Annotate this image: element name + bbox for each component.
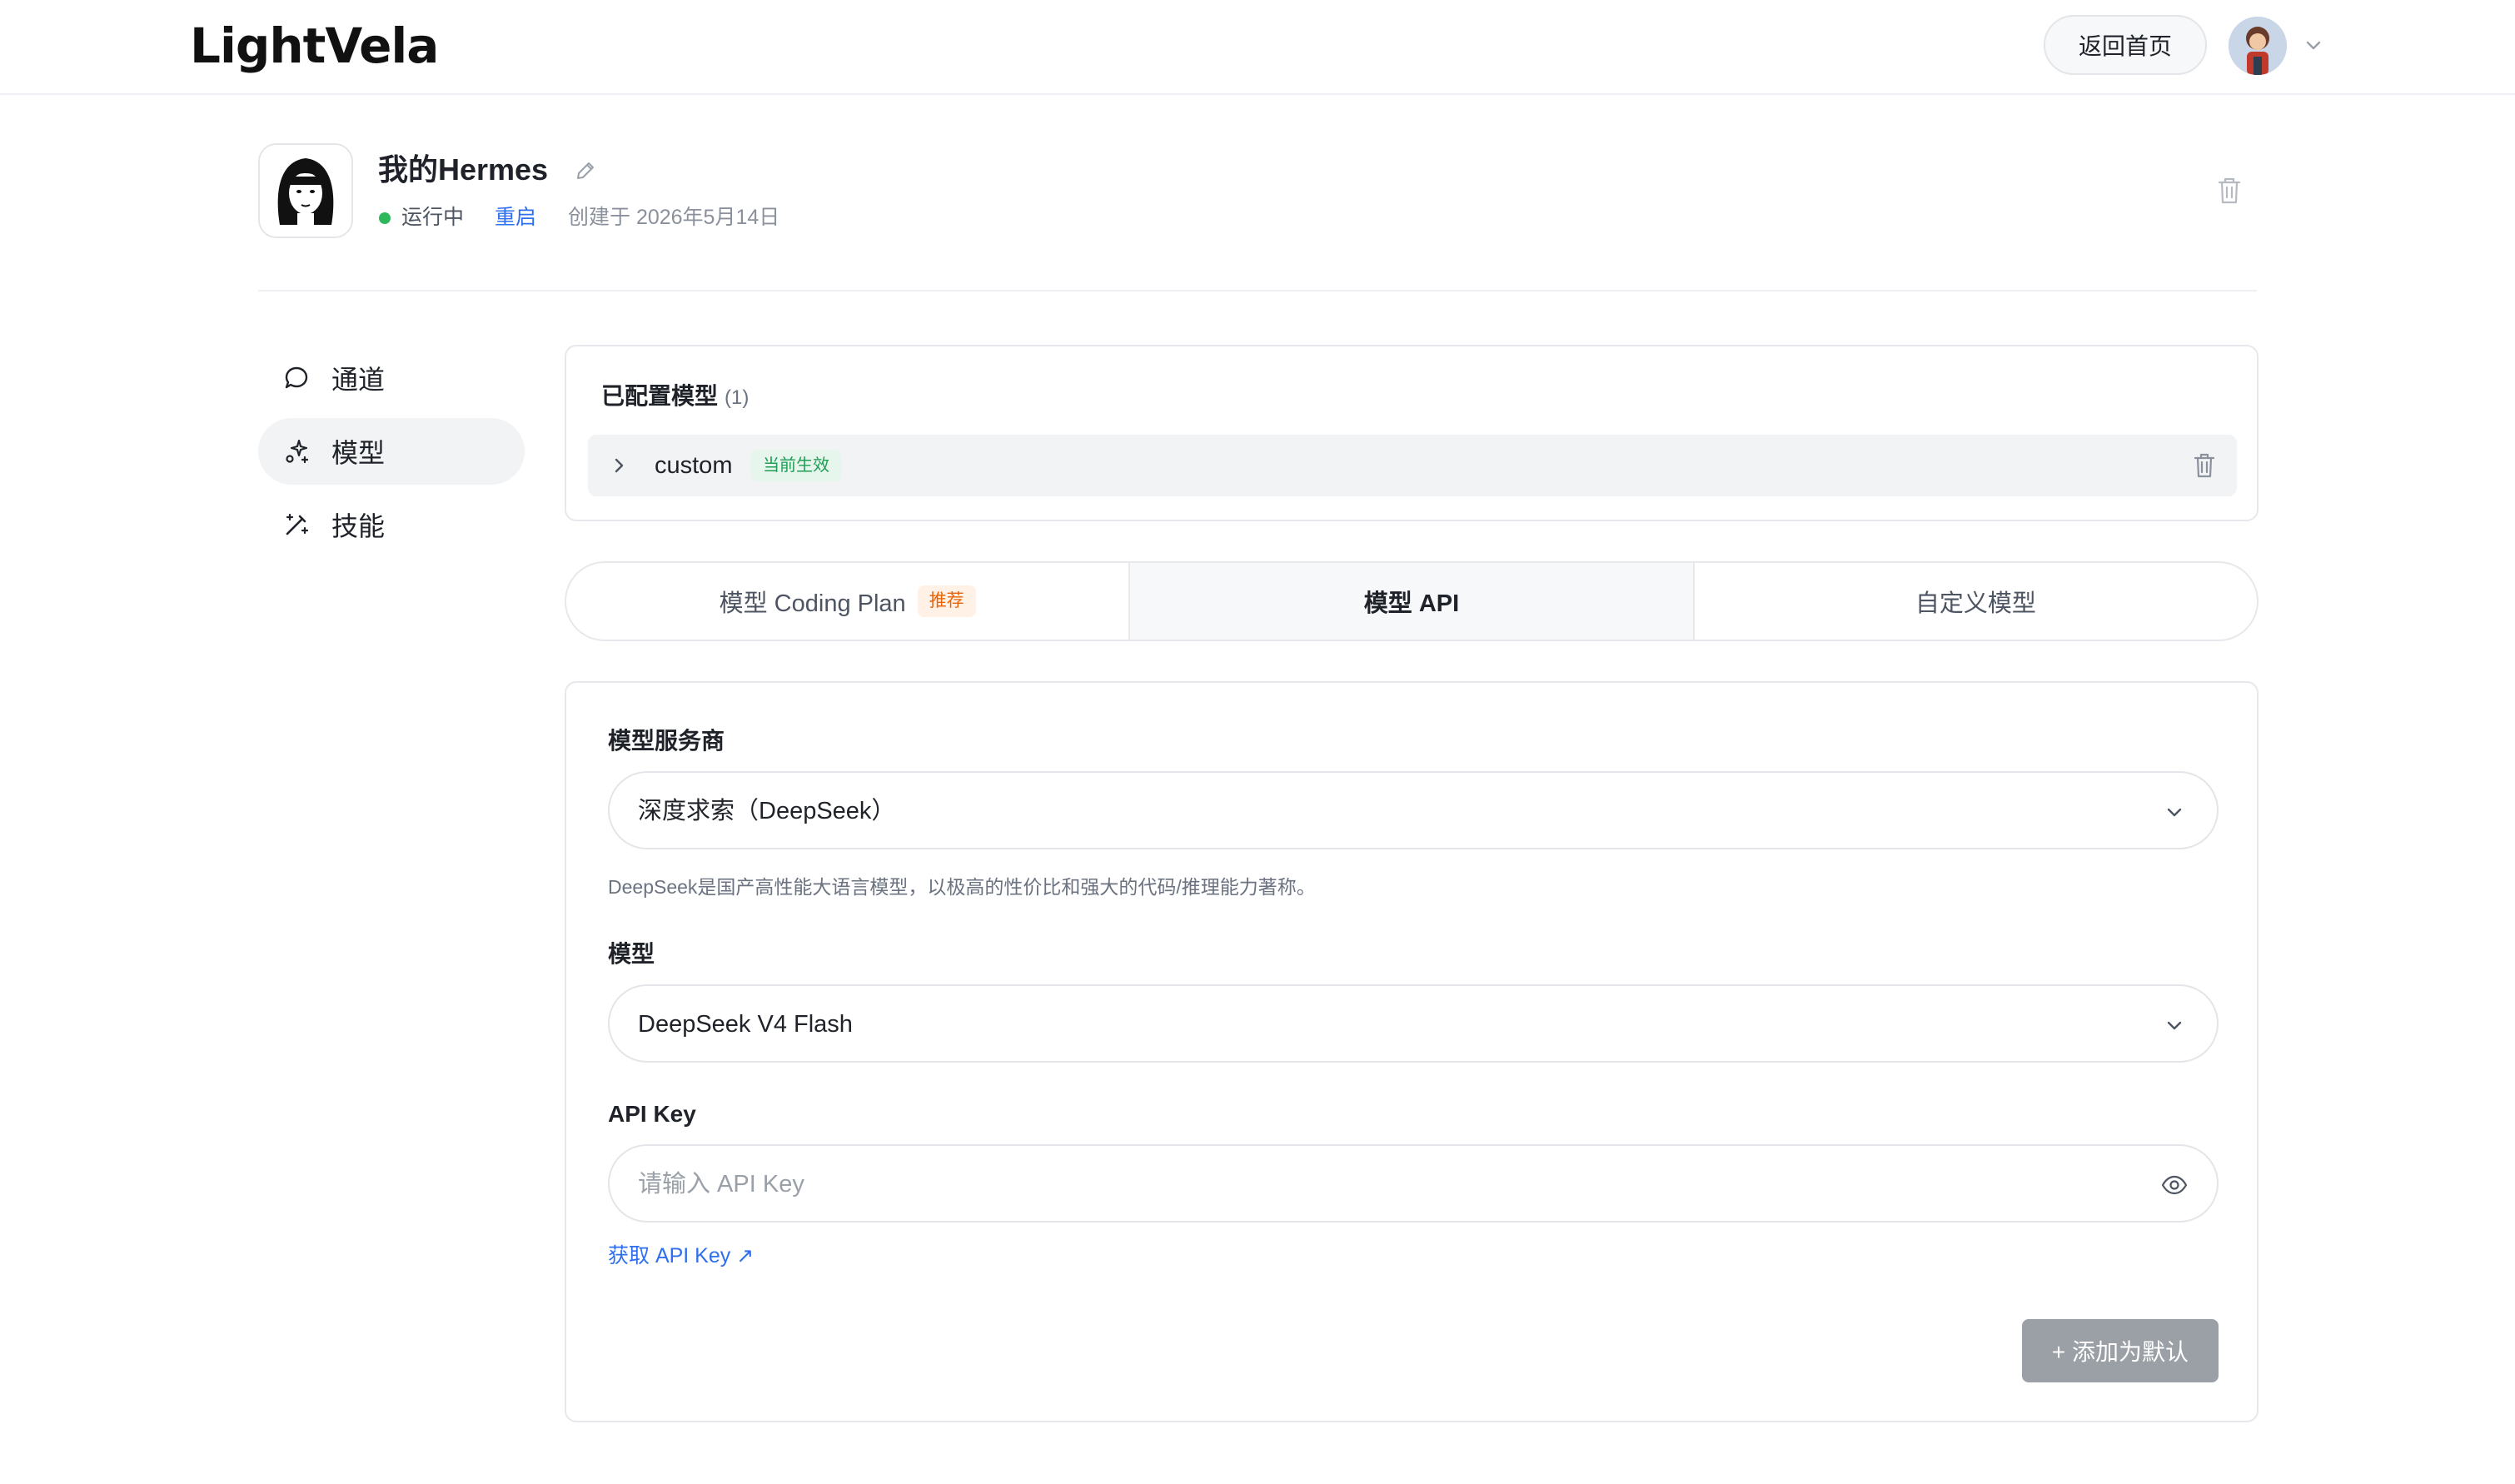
delete-model-trash-icon[interactable] <box>2192 451 2217 480</box>
add-as-default-button[interactable]: + 添加为默认 <box>2022 1319 2219 1382</box>
provider-label: 模型服务商 <box>608 728 725 754</box>
model-label: 模型 <box>608 941 655 967</box>
configured-models-card: 已配置模型 (1) custom 当前生效 <box>565 345 2259 521</box>
sidebar-item-models[interactable]: 模型 <box>258 418 525 485</box>
agent-name: 我的Hermes <box>378 152 549 187</box>
sidebar-item-skills[interactable]: 技能 <box>258 491 525 558</box>
app-logo[interactable]: LightVela <box>190 18 439 73</box>
provider-description: DeepSeek是国产高性能大语言模型，以极高的性价比和强大的代码/推理能力著称… <box>608 876 1316 898</box>
tab-label: 模型 Coding Plan <box>719 590 906 617</box>
delete-agent-trash-icon[interactable] <box>2215 175 2244 207</box>
status-text: 运行中 <box>401 206 465 229</box>
header-divider <box>258 290 2257 291</box>
tab-coding-plan[interactable]: 模型 Coding Plan 推荐 <box>566 563 1131 640</box>
api-key-input[interactable] <box>638 1164 2120 1204</box>
tab-custom-model[interactable]: 自定义模型 <box>1695 563 2257 640</box>
restart-link[interactable]: 重启 <box>495 203 536 232</box>
model-select-value: DeepSeek V4 Flash <box>638 1011 853 1038</box>
expand-chevron-right-icon[interactable] <box>606 453 631 478</box>
account-menu-chevron-down-icon[interactable] <box>2302 33 2325 57</box>
sidebar-item-label: 通道 <box>331 365 386 395</box>
api-key-field <box>608 1144 2219 1223</box>
api-key-label: API Key <box>608 1101 696 1127</box>
edit-pencil-icon[interactable] <box>573 158 598 183</box>
sparkle-icon <box>281 436 311 466</box>
sidebar-item-label: 技能 <box>331 511 386 541</box>
magic-wand-icon <box>281 510 311 540</box>
model-select[interactable]: DeepSeek V4 Flash <box>608 984 2219 1063</box>
show-password-eye-icon[interactable] <box>2160 1171 2189 1199</box>
agent-avatar <box>258 143 353 238</box>
configured-model-row[interactable]: custom 当前生效 <box>588 435 2237 496</box>
model-source-tabs: 模型 Coding Plan 推荐 模型 API 自定义模型 <box>565 561 2259 641</box>
chat-bubble-icon <box>281 363 311 393</box>
get-api-key-link[interactable]: 获取 API Key ↗ <box>608 1241 754 1271</box>
tab-model-api[interactable]: 模型 API <box>1130 563 1695 640</box>
sidebar-item-channels[interactable]: 通道 <box>258 345 525 411</box>
created-date: 创建于 2026年5月14日 <box>568 206 780 229</box>
tab-label: 模型 API <box>1363 590 1460 617</box>
provider-select-value: 深度求索（DeepSeek） <box>638 798 896 824</box>
status-indicator-dot <box>379 212 391 224</box>
back-home-button[interactable]: 返回首页 <box>2044 15 2207 75</box>
chevron-down-icon <box>2162 799 2187 824</box>
user-avatar[interactable] <box>2229 17 2287 75</box>
model-api-form-card: 模型服务商 深度求索（DeepSeek） DeepSeek是国产高性能大语言模型… <box>565 681 2259 1422</box>
top-bar: LightVela 返回首页 <box>0 0 2515 95</box>
configured-models-count: (1) <box>725 386 750 409</box>
configured-models-title-text: 已配置模型 <box>601 383 719 409</box>
chevron-down-icon <box>2162 1013 2187 1038</box>
provider-select[interactable]: 深度求索（DeepSeek） <box>608 771 2219 849</box>
configured-models-title: 已配置模型 (1) <box>601 380 749 415</box>
configured-model-name: custom <box>655 452 733 479</box>
tab-label: 自定义模型 <box>1915 590 2036 617</box>
active-model-badge: 当前生效 <box>751 450 841 481</box>
sidebar-item-label: 模型 <box>331 438 386 468</box>
recommended-badge: 推荐 <box>917 585 976 617</box>
